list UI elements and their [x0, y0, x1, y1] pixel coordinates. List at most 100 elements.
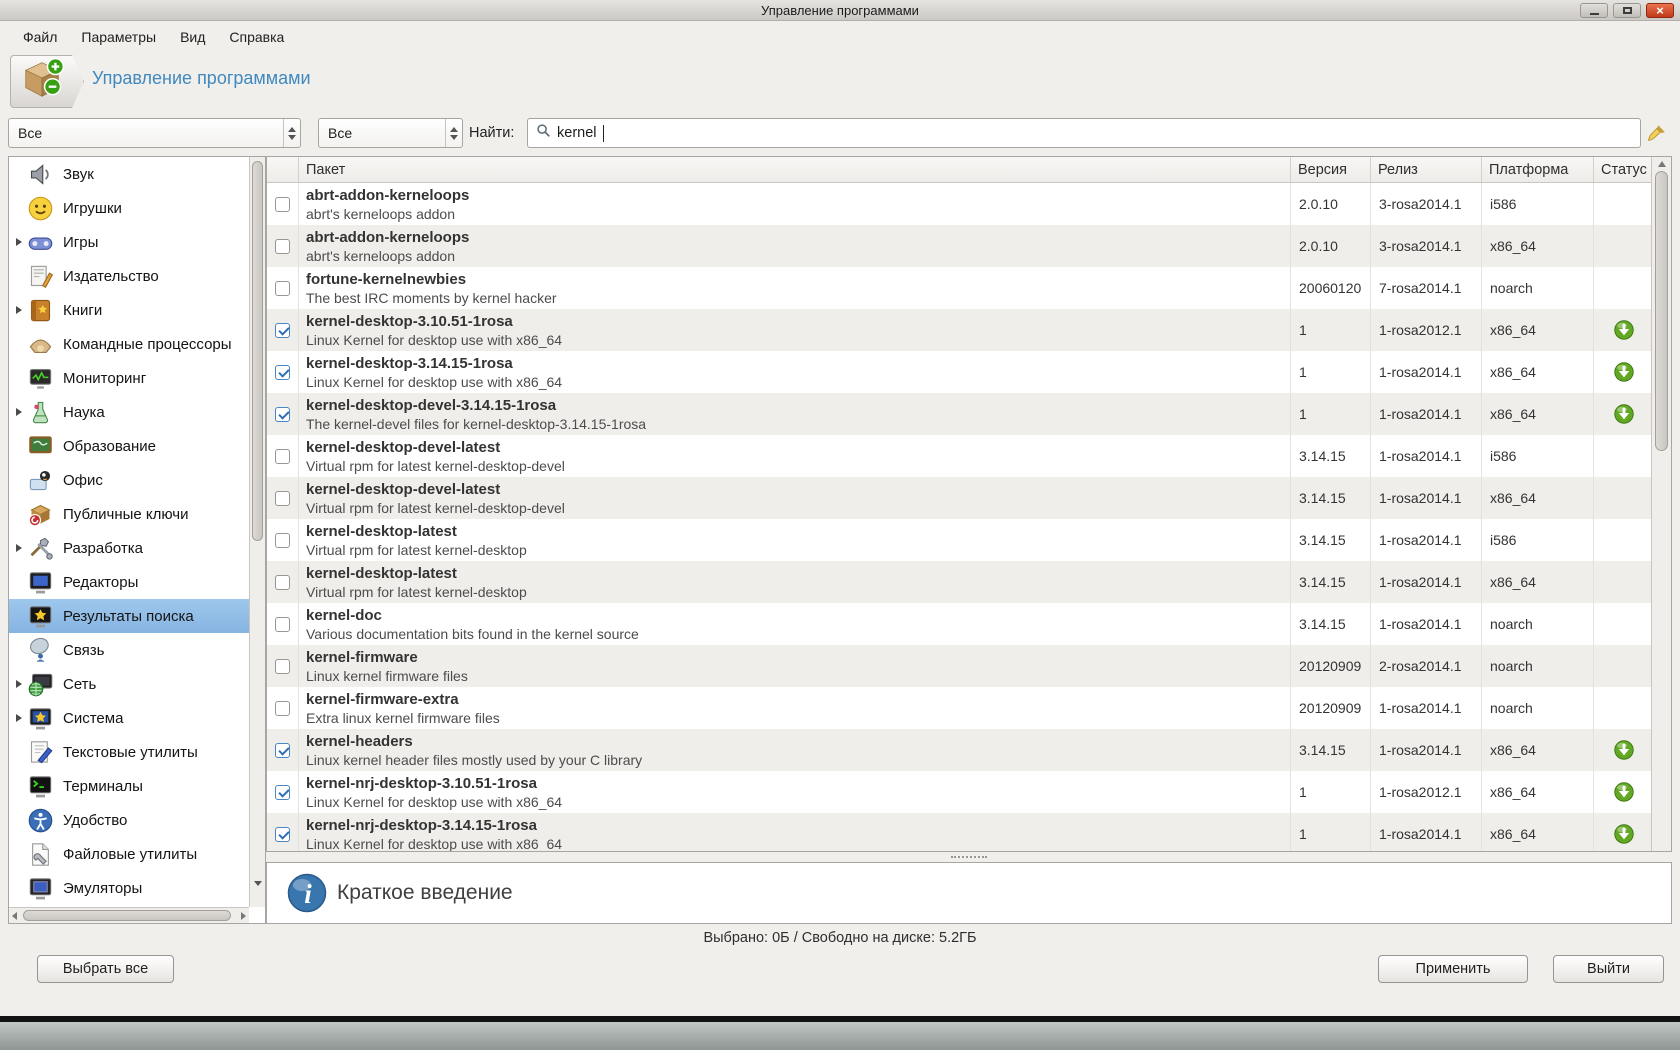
column-package[interactable]: Пакет [299, 157, 1291, 182]
scroll-right-icon[interactable] [241, 911, 246, 920]
category-filter-select[interactable]: Все [8, 118, 301, 148]
sidebar-category-item[interactable]: Книги [9, 293, 249, 327]
menu-options[interactable]: Параметры [70, 25, 167, 49]
package-checkbox[interactable] [275, 826, 290, 842]
table-row[interactable]: kernel-firmware-extra Extra linux kernel… [267, 687, 1653, 729]
state-filter-select[interactable]: Все [318, 118, 463, 148]
splitter-grip[interactable] [951, 855, 987, 859]
sidebar-category-item[interactable]: Образование [9, 429, 249, 463]
sidebar-category-item[interactable]: Система [9, 701, 249, 735]
sidebar-category-item[interactable]: Текстовые утилиты [9, 735, 249, 769]
column-status[interactable]: Статус [1594, 157, 1653, 182]
expander-icon[interactable] [13, 714, 25, 722]
sidebar-category-item[interactable]: Связь [9, 633, 249, 667]
sidebar-category-item[interactable]: Командные процессоры [9, 327, 249, 361]
table-row[interactable]: kernel-desktop-devel-latest Virtual rpm … [267, 477, 1653, 519]
scrollbar-thumb[interactable] [252, 161, 263, 541]
sidebar-category-item[interactable]: Результаты поиска [9, 599, 249, 633]
package-checkbox[interactable] [275, 574, 290, 590]
table-vertical-scrollbar[interactable] [1651, 157, 1671, 851]
package-version: 1 [1291, 309, 1371, 351]
clear-search-icon[interactable] [1647, 123, 1667, 143]
sidebar-category-item[interactable]: Игрушки [9, 191, 249, 225]
table-row[interactable]: fortune-kernelnewbies The best IRC momen… [267, 267, 1653, 309]
table-row[interactable]: abrt-addon-kerneloops abrt's kerneloops … [267, 225, 1653, 267]
close-button[interactable]: × [1646, 3, 1674, 18]
expander-icon[interactable] [13, 238, 25, 246]
sidebar-category-item[interactable]: Офис [9, 463, 249, 497]
sidebar-category-item[interactable]: Публичные ключи [9, 497, 249, 531]
sidebar-horizontal-scrollbar[interactable] [9, 907, 249, 923]
sidebar-category-item[interactable]: Издательство [9, 259, 249, 293]
system-icon [27, 705, 54, 732]
menu-view[interactable]: Вид [169, 25, 216, 49]
table-row[interactable]: kernel-desktop-devel-3.14.15-1rosa The k… [267, 393, 1653, 435]
table-row[interactable]: kernel-firmware Linux kernel firmware fi… [267, 645, 1653, 687]
menu-file[interactable]: Файл [12, 25, 68, 49]
sidebar-category-item[interactable]: Эмуляторы [9, 871, 249, 905]
package-checkbox[interactable] [275, 784, 290, 800]
package-checkbox[interactable] [275, 490, 290, 506]
category-filter-value: Все [18, 125, 43, 141]
spinner-arrows-icon[interactable] [283, 119, 300, 147]
package-checkbox[interactable] [275, 742, 290, 758]
table-row[interactable]: kernel-doc Various documentation bits fo… [267, 603, 1653, 645]
column-release[interactable]: Релиз [1371, 157, 1482, 182]
sidebar-category-item[interactable]: Редакторы [9, 565, 249, 599]
scroll-down-icon[interactable] [254, 881, 262, 904]
package-checkbox[interactable] [275, 406, 290, 422]
maximize-button[interactable] [1613, 3, 1641, 18]
table-row[interactable]: kernel-nrj-desktop-3.10.51-1rosa Linux K… [267, 771, 1653, 813]
column-version[interactable]: Версия [1291, 157, 1371, 182]
category-label: Результаты поиска [63, 607, 194, 625]
panel-splitter[interactable] [266, 852, 1672, 862]
sidebar-vertical-scrollbar[interactable] [249, 157, 265, 907]
select-all-button[interactable]: Выбрать все [37, 955, 174, 983]
table-row[interactable]: kernel-desktop-devel-latest Virtual rpm … [267, 435, 1653, 477]
package-description: abrt's kerneloops addon [306, 248, 455, 264]
scroll-up-icon[interactable] [1658, 161, 1666, 167]
menu-help[interactable]: Справка [218, 25, 295, 49]
quit-button[interactable]: Выйти [1553, 955, 1664, 983]
sidebar-category-item[interactable]: Игры [9, 225, 249, 259]
search-input[interactable]: kernel [527, 118, 1641, 148]
table-row[interactable]: kernel-desktop-latest Virtual rpm for la… [267, 561, 1653, 603]
sidebar-category-item[interactable]: Файловые утилиты [9, 837, 249, 871]
sidebar-category-item[interactable]: Звук [9, 157, 249, 191]
table-row[interactable]: kernel-nrj-desktop-3.14.15-1rosa Linux K… [267, 813, 1653, 851]
scroll-left-icon[interactable] [12, 911, 17, 920]
package-checkbox[interactable] [275, 322, 290, 338]
expander-icon[interactable] [13, 408, 25, 416]
package-checkbox[interactable] [275, 280, 290, 296]
table-row[interactable]: kernel-desktop-3.10.51-1rosa Linux Kerne… [267, 309, 1653, 351]
minimize-button[interactable] [1580, 3, 1608, 18]
table-row[interactable]: abrt-addon-kerneloops abrt's kerneloops … [267, 183, 1653, 225]
package-checkbox[interactable] [275, 196, 290, 212]
scrollbar-thumb[interactable] [1654, 171, 1668, 451]
column-platform[interactable]: Платформа [1482, 157, 1594, 182]
package-checkbox[interactable] [275, 532, 290, 548]
expander-icon[interactable] [13, 306, 25, 314]
table-row[interactable]: kernel-desktop-3.14.15-1rosa Linux Kerne… [267, 351, 1653, 393]
package-platform: x86_64 [1482, 771, 1594, 813]
sidebar-category-item[interactable]: Разработка [9, 531, 249, 565]
scrollbar-thumb[interactable] [23, 910, 231, 921]
package-checkbox[interactable] [275, 448, 290, 464]
sidebar-category-item[interactable]: Терминалы [9, 769, 249, 803]
package-checkbox[interactable] [275, 364, 290, 380]
apply-button[interactable]: Применить [1378, 955, 1528, 983]
package-checkbox[interactable] [275, 238, 290, 254]
package-checkbox[interactable] [275, 658, 290, 674]
package-checkbox[interactable] [275, 700, 290, 716]
sidebar-category-item[interactable]: Сеть [9, 667, 249, 701]
sidebar-category-item[interactable]: Удобство [9, 803, 249, 837]
expander-icon[interactable] [13, 544, 25, 552]
table-row[interactable]: kernel-desktop-latest Virtual rpm for la… [267, 519, 1653, 561]
sidebar-category-item[interactable]: Наука [9, 395, 249, 429]
package-checkbox[interactable] [275, 616, 290, 632]
expander-icon[interactable] [13, 680, 25, 688]
table-row[interactable]: kernel-headers Linux kernel header files… [267, 729, 1653, 771]
spinner-arrows-icon[interactable] [445, 119, 462, 147]
sidebar-category-item[interactable]: Мониторинг [9, 361, 249, 395]
category-label: Образование [63, 437, 156, 455]
